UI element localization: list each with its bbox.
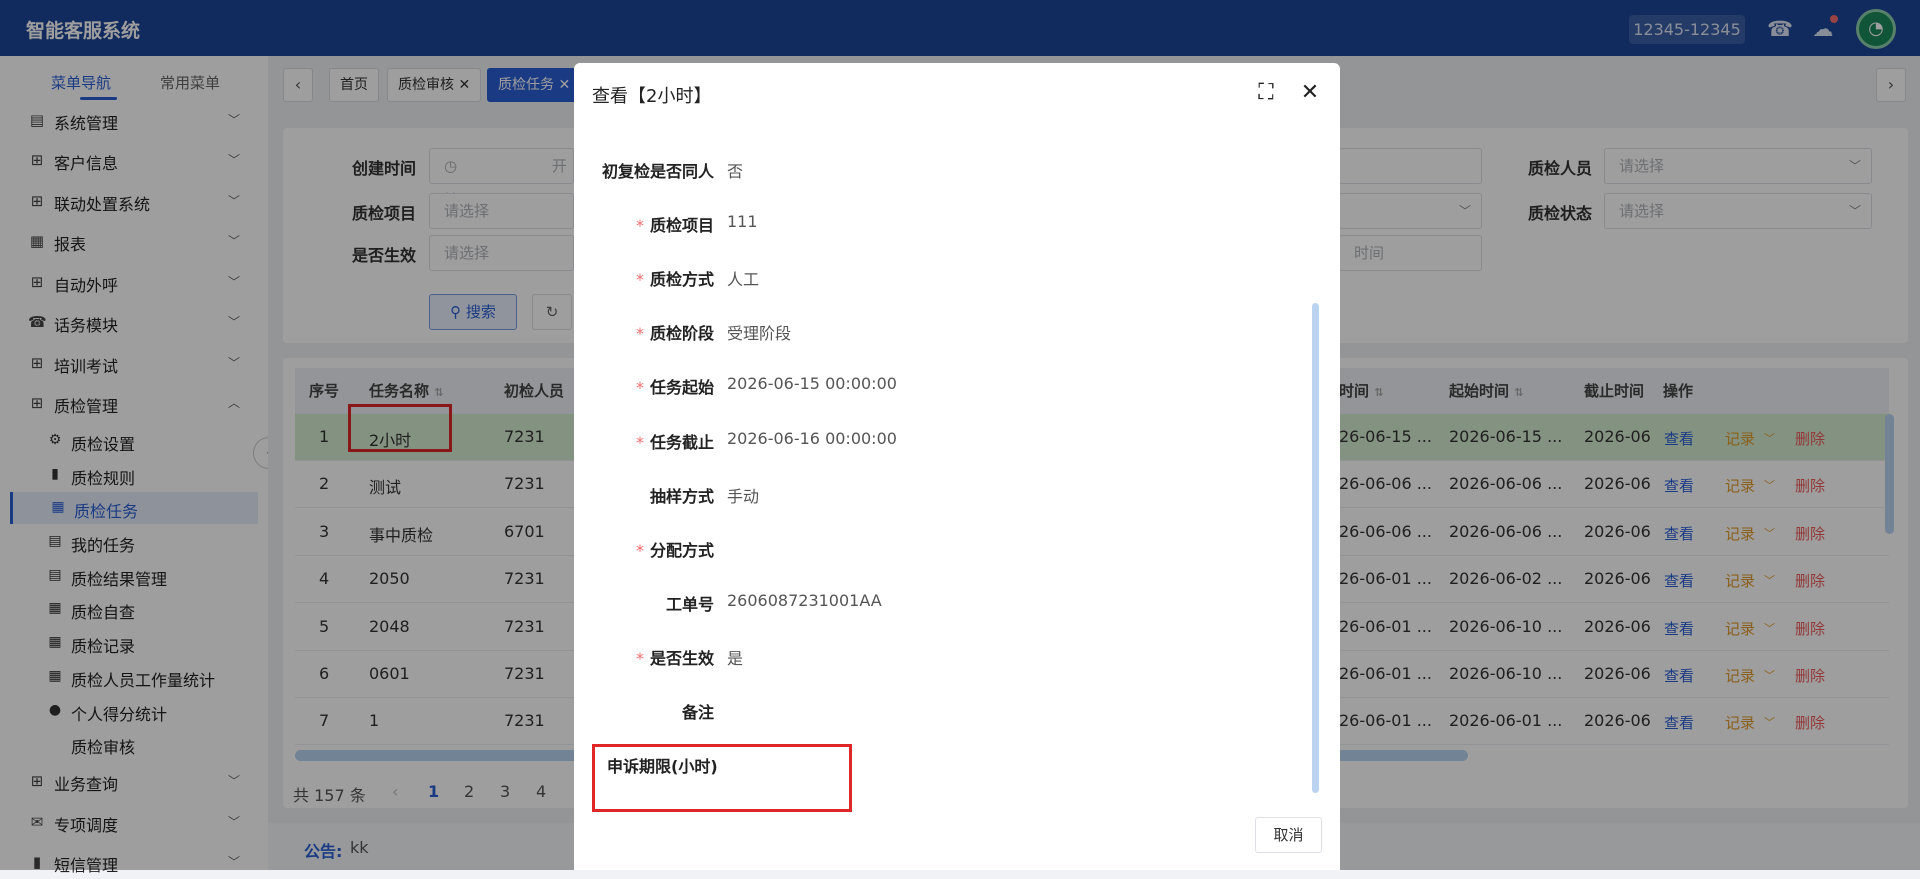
- field-value: 111: [727, 212, 758, 231]
- field-label-text: 抽样方式: [649, 487, 714, 506]
- field-label-text: 工单号: [665, 595, 714, 614]
- field-value: 2026-06-15 00:00:00: [727, 374, 897, 393]
- required-asterisk: *: [635, 649, 644, 668]
- field-value: 2026-06-16 00:00:00: [727, 429, 897, 448]
- field-label-text: 初复检是否同人: [601, 162, 714, 181]
- field-value: 受理阶段: [727, 324, 792, 343]
- field-label: 初复检是否同人: [564, 158, 714, 182]
- required-asterisk: *: [635, 541, 644, 560]
- required-asterisk: *: [635, 433, 644, 452]
- field-label-text: 质检项目: [649, 216, 714, 235]
- field-label: * 是否生效: [564, 645, 714, 669]
- dialog-title: 查看【2小时】: [592, 86, 712, 107]
- field-label-text: 备注: [681, 703, 714, 722]
- field-label: * 质检方式: [564, 266, 714, 290]
- field-value: 手动: [727, 487, 760, 506]
- field-value: 否: [727, 162, 744, 181]
- appeal-period-label: 申诉期限(小时): [607, 757, 718, 776]
- field-value: 2606087231001AA: [727, 591, 882, 610]
- field-label: 工单号: [564, 591, 714, 615]
- field-value: 人工: [727, 270, 760, 289]
- field-label: 抽样方式: [564, 483, 714, 507]
- field-label-text: 质检方式: [649, 270, 714, 289]
- dialog-scrollbar[interactable]: [1312, 303, 1319, 793]
- required-asterisk: *: [635, 324, 644, 343]
- cancel-button[interactable]: 取消: [1255, 817, 1322, 853]
- field-label-text: 是否生效: [649, 649, 714, 668]
- required-asterisk: *: [635, 270, 644, 289]
- field-value: 是: [727, 649, 744, 668]
- field-label-text: 质检阶段: [649, 324, 714, 343]
- field-label: * 质检项目: [564, 212, 714, 236]
- field-label: * 任务截止: [564, 429, 714, 453]
- fullscreen-icon[interactable]: ⛶: [1253, 80, 1279, 106]
- field-label-text: 任务截止: [649, 433, 714, 452]
- field-label-text: 任务起始: [649, 378, 714, 397]
- required-asterisk: *: [635, 216, 644, 235]
- close-icon[interactable]: ✕: [1297, 80, 1323, 106]
- field-label: * 分配方式: [564, 537, 714, 561]
- field-label: * 质检阶段: [564, 320, 714, 344]
- required-asterisk: *: [635, 378, 644, 397]
- field-label-text: 分配方式: [649, 541, 714, 560]
- field-label: 备注: [564, 699, 714, 723]
- field-label: * 任务起始: [564, 374, 714, 398]
